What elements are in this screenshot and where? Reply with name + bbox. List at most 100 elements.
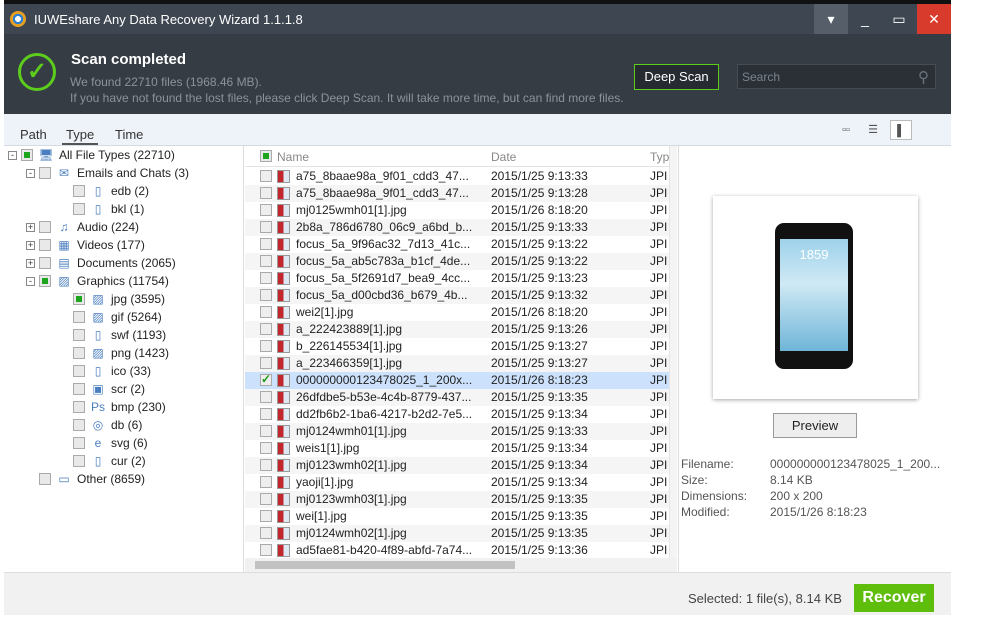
maximize-button[interactable]: ▭ bbox=[882, 4, 916, 34]
close-button[interactable]: ✕ bbox=[917, 4, 951, 34]
row-checkbox[interactable] bbox=[260, 527, 272, 539]
row-checkbox[interactable] bbox=[260, 289, 272, 301]
column-name[interactable]: Name bbox=[277, 150, 309, 164]
table-row[interactable]: mj0124wmh02[1].jpg 2015/1/25 9:13:35 JPI bbox=[245, 525, 669, 542]
table-row[interactable]: weis1[1].jpg 2015/1/25 9:13:34 JPI bbox=[245, 440, 669, 457]
tree-checkbox[interactable] bbox=[73, 455, 85, 467]
table-row[interactable]: focus_5a_ab5c783a_b1cf_4de... 2015/1/25 9… bbox=[245, 253, 669, 270]
list-view-icon[interactable]: ☰ bbox=[862, 120, 884, 140]
minimize-button[interactable]: _ bbox=[848, 4, 882, 34]
row-checkbox[interactable] bbox=[260, 272, 272, 284]
tree-node[interactable]: ▨ png (1423) bbox=[73, 344, 169, 362]
row-checkbox[interactable] bbox=[260, 442, 272, 454]
table-row[interactable]: yaoji[1].jpg 2015/1/25 9:13:34 JPI bbox=[245, 474, 669, 491]
table-row[interactable]: ad5fae81-b420-4f89-abfd-7a74... 2015/1/25… bbox=[245, 542, 669, 558]
table-row[interactable]: 000000000123478025_1_200x... 2015/1/26 8:… bbox=[245, 372, 669, 389]
row-checkbox[interactable] bbox=[260, 510, 272, 522]
table-row[interactable]: a_223466359[1].jpg 2015/1/25 9:13:27 JPI bbox=[245, 355, 669, 372]
table-row[interactable]: focus_5a_5f2691d7_bea9_4cc... 2015/1/25 9… bbox=[245, 270, 669, 287]
collapse-toggle-icon[interactable]: - bbox=[8, 150, 17, 160]
horizontal-scrollbar[interactable] bbox=[245, 558, 677, 572]
tree-checkbox[interactable] bbox=[73, 437, 85, 449]
row-checkbox[interactable] bbox=[260, 306, 272, 318]
expand-toggle-icon[interactable]: + bbox=[26, 222, 35, 232]
tree-node[interactable]: ◎ db (6) bbox=[73, 416, 142, 434]
tree-node[interactable]: - 🖥 All File Types (22710) bbox=[8, 146, 175, 164]
thumbnail-view-icon[interactable]: ▫▫ bbox=[835, 120, 857, 140]
row-checkbox[interactable] bbox=[260, 340, 272, 352]
tree-node[interactable]: Ps bmp (230) bbox=[73, 398, 166, 416]
table-row[interactable]: wei2[1].jpg 2015/1/26 8:18:20 JPI bbox=[245, 304, 669, 321]
tree-node[interactable]: + ♫ Audio (224) bbox=[26, 218, 139, 236]
column-type[interactable]: Typ bbox=[650, 150, 669, 164]
tab-time[interactable]: Time bbox=[115, 127, 143, 142]
tree-checkbox[interactable] bbox=[73, 311, 85, 323]
row-checkbox[interactable] bbox=[260, 255, 272, 267]
row-checkbox[interactable] bbox=[260, 238, 272, 250]
row-checkbox[interactable] bbox=[260, 476, 272, 488]
tree-node[interactable]: - ▨ Graphics (11754) bbox=[26, 272, 169, 290]
table-row[interactable]: 2b8a_786d6780_06c9_a6bd_b... 2015/1/25 9:… bbox=[245, 219, 669, 236]
column-date[interactable]: Date bbox=[491, 150, 516, 164]
collapse-toggle-icon[interactable]: - bbox=[26, 276, 35, 286]
table-row[interactable]: 26dfdbe5-b53e-4c4b-8779-437... 2015/1/25 … bbox=[245, 389, 669, 406]
row-checkbox[interactable] bbox=[260, 372, 272, 386]
vertical-scrollbar[interactable] bbox=[669, 146, 677, 558]
table-row[interactable]: a75_8baae98a_9f01_cdd3_47... 2015/1/25 9:… bbox=[245, 185, 669, 202]
collapse-toggle-icon[interactable]: - bbox=[26, 168, 35, 178]
tree-node[interactable]: ▯ bkl (1) bbox=[73, 200, 144, 218]
tree-node[interactable]: ▯ cur (2) bbox=[73, 452, 146, 470]
row-checkbox[interactable] bbox=[260, 221, 272, 233]
tree-checkbox[interactable] bbox=[73, 185, 85, 197]
row-checkbox[interactable] bbox=[260, 170, 272, 182]
row-checkbox[interactable] bbox=[260, 408, 272, 420]
tree-checkbox[interactable] bbox=[73, 365, 85, 377]
table-row[interactable]: a75_8baae98a_9f01_cdd3_47... 2015/1/25 9:… bbox=[245, 168, 669, 185]
tab-path[interactable]: Path bbox=[20, 127, 47, 142]
table-row[interactable]: mj0123wmh02[1].jpg 2015/1/25 9:13:34 JPI bbox=[245, 457, 669, 474]
tree-checkbox[interactable] bbox=[21, 149, 33, 161]
row-checkbox[interactable] bbox=[260, 459, 272, 471]
row-checkbox[interactable] bbox=[260, 187, 272, 199]
tree-node[interactable]: + ▦ Videos (177) bbox=[26, 236, 145, 254]
tree-node[interactable]: ▯ swf (1193) bbox=[73, 326, 166, 344]
tree-node[interactable]: - ✉ Emails and Chats (3) bbox=[26, 164, 189, 182]
tree-checkbox[interactable] bbox=[39, 239, 51, 251]
table-row[interactable]: b_226145534[1].jpg 2015/1/25 9:13:27 JPI bbox=[245, 338, 669, 355]
tree-checkbox[interactable] bbox=[73, 329, 85, 341]
tree-checkbox[interactable] bbox=[73, 347, 85, 359]
tree-node[interactable]: ▯ edb (2) bbox=[73, 182, 149, 200]
expand-toggle-icon[interactable]: + bbox=[26, 258, 35, 268]
search-input[interactable] bbox=[738, 69, 918, 84]
tree-checkbox[interactable] bbox=[39, 275, 51, 287]
row-checkbox[interactable] bbox=[260, 204, 272, 216]
tree-checkbox[interactable] bbox=[39, 221, 51, 233]
select-all-checkbox[interactable] bbox=[260, 150, 272, 162]
expand-toggle-icon[interactable]: + bbox=[26, 240, 35, 250]
tree-checkbox[interactable] bbox=[73, 419, 85, 431]
search-icon[interactable]: ⚲ bbox=[918, 68, 929, 86]
row-checkbox[interactable] bbox=[260, 391, 272, 403]
deep-scan-button[interactable]: Deep Scan bbox=[634, 64, 719, 90]
menu-dropdown-button[interactable]: ▾ bbox=[814, 4, 848, 34]
tab-type[interactable]: Type bbox=[62, 127, 99, 145]
row-checkbox[interactable] bbox=[260, 544, 272, 556]
tree-node[interactable]: ▯ ico (33) bbox=[73, 362, 151, 380]
preview-view-icon[interactable]: ▌ bbox=[890, 120, 912, 140]
tree-node[interactable]: ▨ gif (5264) bbox=[73, 308, 162, 326]
tree-checkbox[interactable] bbox=[39, 167, 51, 179]
table-row[interactable]: mj0123wmh03[1].jpg 2015/1/25 9:13:35 JPI bbox=[245, 491, 669, 508]
tree-node[interactable]: + ▤ Documents (2065) bbox=[26, 254, 176, 272]
row-checkbox[interactable] bbox=[260, 323, 272, 335]
table-row[interactable]: wei[1].jpg 2015/1/25 9:13:35 JPI bbox=[245, 508, 669, 525]
row-checkbox[interactable] bbox=[260, 493, 272, 505]
tree-checkbox[interactable] bbox=[73, 293, 85, 305]
table-row[interactable]: a_222423889[1].jpg 2015/1/25 9:13:26 JPI bbox=[245, 321, 669, 338]
table-row[interactable]: focus_5a_9f96ac32_7d13_41c... 2015/1/25 9… bbox=[245, 236, 669, 253]
row-checkbox[interactable] bbox=[260, 425, 272, 437]
tree-checkbox[interactable] bbox=[73, 383, 85, 395]
tree-node[interactable]: ▨ jpg (3595) bbox=[73, 290, 165, 308]
tree-node[interactable]: e svg (6) bbox=[73, 434, 148, 452]
tree-node[interactable]: ▣ scr (2) bbox=[73, 380, 145, 398]
tree-checkbox[interactable] bbox=[73, 203, 85, 215]
